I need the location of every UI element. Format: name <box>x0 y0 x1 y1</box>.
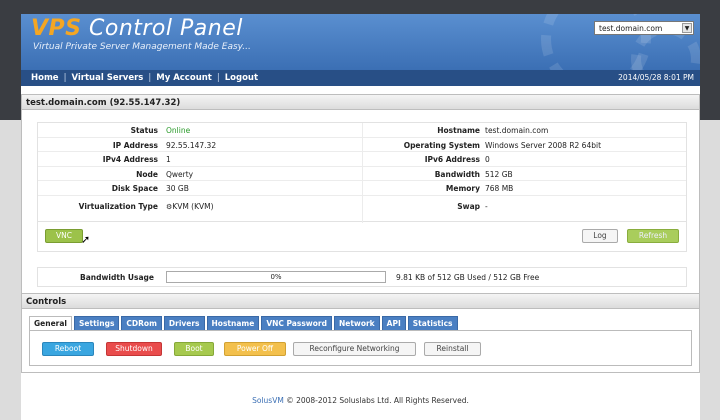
tab-network[interactable]: Network <box>333 316 380 330</box>
bandwidth-label: Bandwidth <box>434 169 480 179</box>
info-row: IP Address 92.55.147.32 Operating System… <box>38 138 686 152</box>
current-datetime: 2014/05/28 8:01 PM <box>618 73 694 82</box>
footer-copyright: © 2008-2012 Soluslabs Ltd. All Rights Re… <box>283 396 469 405</box>
bandwidth-usage-text: 9.81 KB of 512 GB Used / 512 GB Free <box>396 273 540 282</box>
general-tab-content: Reboot Shutdown Boot Power Off Reconfigu… <box>29 330 692 366</box>
info-row: Disk Space 30 GB Memory 768 MB <box>38 181 686 196</box>
header: VPS Control Panel Virtual Private Server… <box>21 14 700 70</box>
hostname-value: test.domain.com <box>485 126 549 135</box>
status-label: Status <box>130 126 158 135</box>
refresh-button[interactable]: Refresh <box>627 229 679 243</box>
ip-address-label: IP Address <box>112 140 158 150</box>
bandwidth-usage-label: Bandwidth Usage <box>80 273 154 282</box>
shutdown-button[interactable]: Shutdown <box>106 342 162 356</box>
reinstall-button[interactable]: Reinstall <box>424 342 481 356</box>
chevron-down-icon[interactable]: ▼ <box>682 23 692 33</box>
bandwidth-value: 512 GB <box>485 169 513 179</box>
swap-value: - <box>485 201 488 211</box>
page-container: VPS Control Panel Virtual Private Server… <box>21 14 700 420</box>
memory-label: Memory <box>445 184 480 193</box>
tab-hostname[interactable]: Hostname <box>206 316 260 330</box>
tab-api[interactable]: API <box>381 316 406 330</box>
tab-vnc-password[interactable]: VNC Password <box>261 316 332 330</box>
bandwidth-percent: 0% <box>270 273 282 281</box>
mouse-cursor-icon: ➚ <box>81 233 91 246</box>
tagline: Virtual Private Server Management Made E… <box>33 42 251 52</box>
info-row: Virtualization Type ⚙KVM (KVM) Swap - <box>38 196 686 223</box>
virtualization-value: ⚙KVM (KVM) <box>166 201 214 211</box>
ip-address-value: 92.55.147.32 <box>166 140 217 150</box>
info-row: Status Online Hostname test.domain.com <box>38 123 686 138</box>
status-value: Online <box>166 126 191 135</box>
node-label: Node <box>136 169 158 179</box>
footer-link[interactable]: SolusVM <box>252 396 284 405</box>
app-logo: VPS Control Panel <box>31 16 243 41</box>
bandwidth-progress-bar: 0% <box>166 271 386 283</box>
virtualization-label: Virtualization Type <box>78 201 158 211</box>
server-actions: VNC ➚ Log Refresh <box>37 222 687 252</box>
power-off-button[interactable]: Power Off <box>224 342 286 356</box>
ipv6-label: IPv6 Address <box>424 155 480 164</box>
nav-logout[interactable]: Logout <box>225 73 258 83</box>
memory-value: 768 MB <box>485 184 514 193</box>
disk-space-value: 30 GB <box>166 184 189 193</box>
logo-text: Control Panel <box>89 16 243 41</box>
logo-accent: VPS <box>31 16 82 41</box>
server-select[interactable]: test.domain.com ▼ <box>594 21 694 35</box>
nav-virtual-servers[interactable]: Virtual Servers <box>71 73 143 83</box>
nav-home[interactable]: Home <box>31 73 59 83</box>
tab-drivers[interactable]: Drivers <box>163 316 205 330</box>
nav-my-account[interactable]: My Account <box>156 73 212 83</box>
hostname-label: Hostname <box>437 126 480 135</box>
ipv6-value: 0 <box>485 155 490 164</box>
os-label: Operating System <box>403 140 480 150</box>
reconfigure-networking-button[interactable]: Reconfigure Networking <box>293 342 416 356</box>
os-value: Windows Server 2008 R2 64bit <box>485 140 602 150</box>
tab-settings[interactable]: Settings <box>74 316 120 330</box>
controls-panel-title: Controls <box>22 294 699 309</box>
reboot-button[interactable]: Reboot <box>42 342 94 356</box>
controls-tabs: General Settings CDRom Drivers Hostname VNC P… <box>29 316 460 330</box>
node-value: Qwerty <box>166 169 194 179</box>
server-select-value: test.domain.com <box>599 24 663 33</box>
tab-statistics[interactable]: Statistics <box>407 316 458 330</box>
vnc-button[interactable]: VNC <box>45 229 83 243</box>
ipv4-label: IPv4 Address <box>102 155 158 164</box>
bandwidth-usage: Bandwidth Usage 0% 9.81 KB of 512 GB Use… <box>37 267 687 287</box>
ipv4-value: 1 <box>166 155 171 164</box>
server-info-table: Status Online Hostname test.domain.com I… <box>37 122 687 223</box>
info-row: Node Qwerty Bandwidth 512 GB <box>38 167 686 181</box>
server-panel-title: test.domain.com (92.55.147.32) <box>22 95 699 110</box>
tab-general[interactable]: General <box>29 316 72 330</box>
swap-label: Swap <box>457 201 480 211</box>
footer: SolusVM © 2008-2012 Soluslabs Ltd. All R… <box>21 396 700 405</box>
tab-cdrom[interactable]: CDRom <box>121 316 162 330</box>
boot-button[interactable]: Boot <box>174 342 214 356</box>
log-button[interactable]: Log <box>582 229 618 243</box>
disk-space-label: Disk Space <box>111 184 158 193</box>
main-nav: Home | Virtual Servers | My Account | Logout 2… <box>21 70 700 86</box>
info-row: IPv4 Address 1 IPv6 Address 0 <box>38 152 686 167</box>
